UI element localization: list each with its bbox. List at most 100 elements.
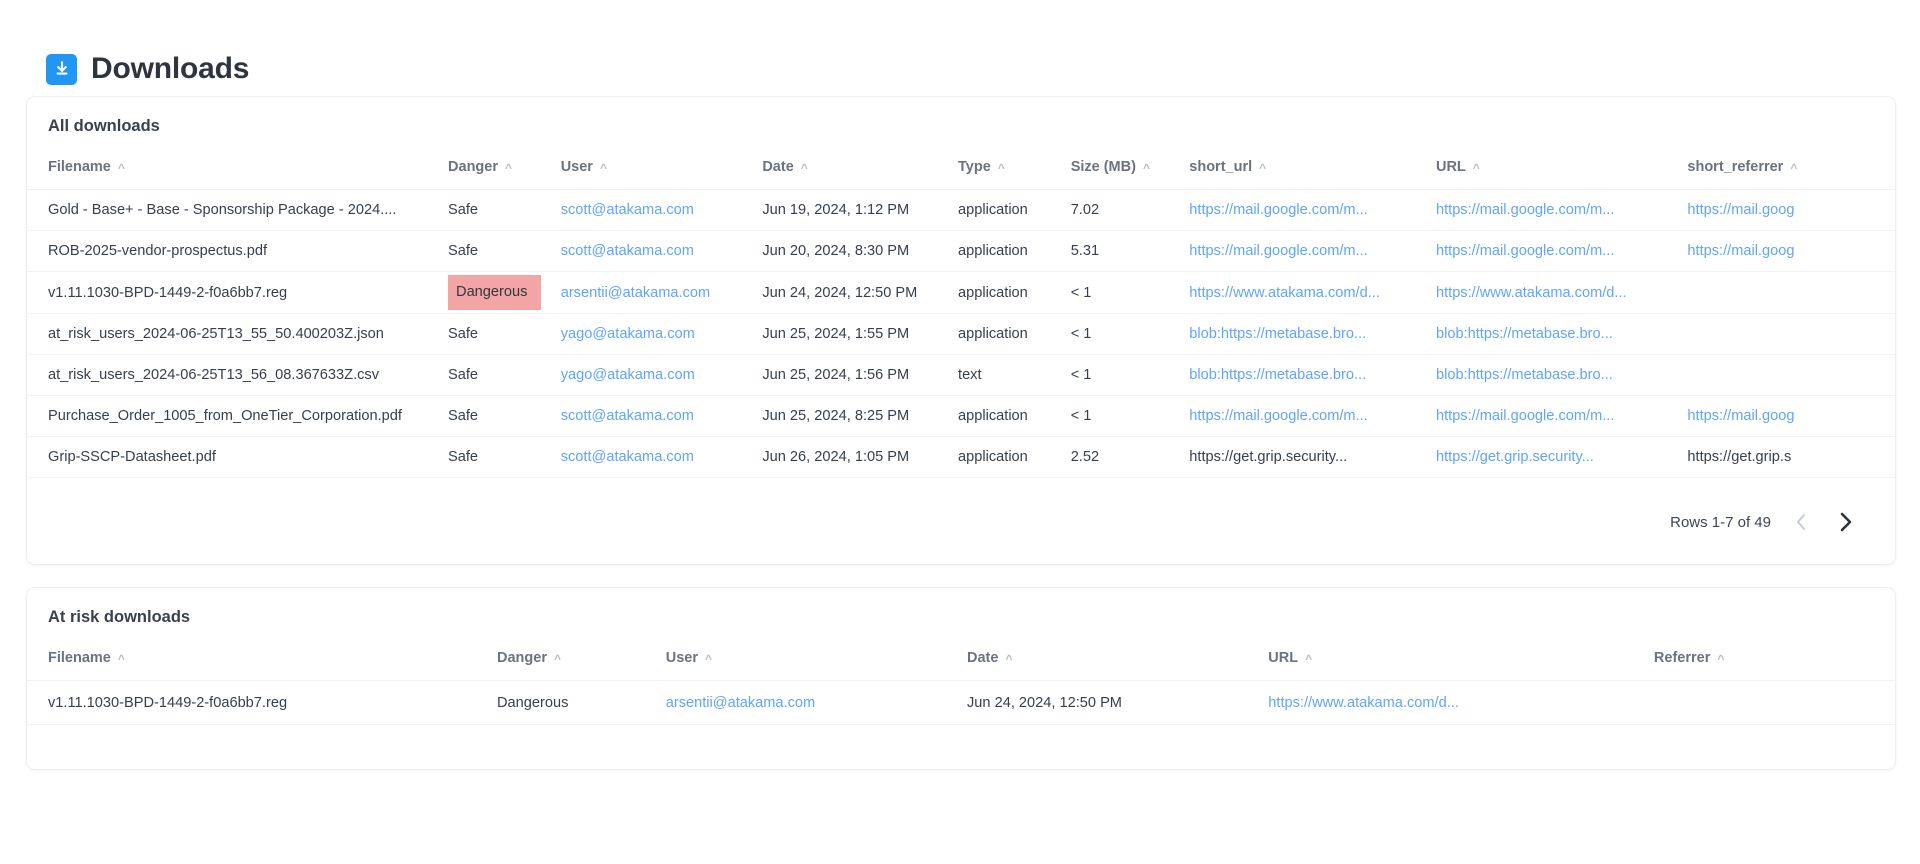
cell-user[interactable]: scott@atakama.com [560,189,763,231]
url-link[interactable]: https://mail.google.com/m... [1436,243,1614,259]
column-header-url[interactable]: URL ^ [1268,644,1654,681]
sort-caret-icon[interactable]: ^ [118,162,125,174]
sort-caret-icon[interactable]: ^ [1259,162,1266,174]
column-header-danger[interactable]: Danger ^ [448,153,561,190]
column-header-date[interactable]: Date ^ [967,644,1269,681]
cell-url[interactable]: https://www.atakama.com/d... [1268,680,1654,725]
column-header-type[interactable]: Type ^ [958,153,1071,190]
short-url-link[interactable]: https://mail.google.com/m... [1189,408,1367,424]
sort-caret-icon[interactable]: ^ [998,162,1005,174]
user-email-link[interactable]: yago@atakama.com [561,326,695,342]
short-url-link[interactable]: https://mail.google.com/m... [1189,243,1367,259]
page-header: Downloads [0,0,1920,96]
cell-short-referrer[interactable]: https://mail.goog [1687,395,1895,437]
sort-caret-icon[interactable]: ^ [1005,653,1012,665]
at-risk-downloads-card: At risk downloads Filename ^ Danger ^ User… [26,587,1896,770]
cell-type: application [958,230,1071,272]
column-header-user[interactable]: User ^ [560,153,763,190]
url-link[interactable]: https://mail.google.com/m... [1436,202,1614,218]
column-header-short-referrer[interactable]: short_referrer ^ [1687,153,1895,190]
user-email-link[interactable]: scott@atakama.com [561,449,694,465]
cell-short-referrer [1687,354,1895,396]
sort-caret-icon[interactable]: ^ [554,653,561,665]
column-header-user[interactable]: User ^ [665,644,967,681]
table-row[interactable]: v1.11.1030-BPD-1449-2-f0a6bb7.reg Danger… [27,680,1895,725]
url-link[interactable]: blob:https://metabase.bro... [1436,367,1613,383]
cell-user[interactable]: scott@atakama.com [560,230,763,272]
column-header-url[interactable]: URL ^ [1435,153,1688,190]
short-url-link[interactable]: blob:https://metabase.bro... [1189,367,1366,383]
cell-short-referrer[interactable]: https://mail.goog [1687,189,1895,231]
cell-user[interactable]: yago@atakama.com [560,354,763,396]
page-title: Downloads [91,52,250,85]
sort-caret-icon[interactable]: ^ [1473,162,1480,174]
url-link[interactable]: https://www.atakama.com/d... [1268,695,1459,711]
cell-short-url[interactable]: https://www.atakama.com/d... [1189,271,1436,314]
cell-user[interactable]: scott@atakama.com [560,436,763,478]
column-header-filename[interactable]: Filename ^ [27,153,449,190]
short-referrer-link[interactable]: https://mail.goog [1687,243,1794,259]
short-referrer-link[interactable]: https://mail.goog [1687,202,1794,218]
column-header-date[interactable]: Date ^ [762,153,959,190]
short-url-link[interactable]: blob:https://metabase.bro... [1189,326,1366,342]
url-link[interactable]: https://mail.google.com/m... [1436,408,1614,424]
sort-caret-icon[interactable]: ^ [1717,653,1724,665]
previous-page-button[interactable] [1789,509,1813,535]
sort-caret-icon[interactable]: ^ [118,653,125,665]
cell-user[interactable]: scott@atakama.com [560,395,763,437]
url-link[interactable]: https://www.atakama.com/d... [1436,285,1627,301]
cell-url[interactable]: https://www.atakama.com/d... [1435,271,1688,314]
table-row[interactable]: Purchase_Order_1005_from_OneTier_Corpora… [27,395,1895,437]
url-link[interactable]: https://get.grip.security... [1436,449,1594,465]
short-url-link[interactable]: https://mail.google.com/m... [1189,202,1367,218]
cell-user[interactable]: arsentii@atakama.com [560,271,763,314]
cell-short-url[interactable]: https://mail.google.com/m... [1189,395,1436,437]
downloads-page: Downloads All downloads Filename ^ Danger… [0,0,1920,864]
user-email-link[interactable]: scott@atakama.com [561,202,694,218]
sort-caret-icon[interactable]: ^ [600,162,607,174]
cell-short-url[interactable]: blob:https://metabase.bro... [1189,313,1436,355]
sort-caret-icon[interactable]: ^ [1143,162,1150,174]
sort-caret-icon[interactable]: ^ [1790,162,1797,174]
user-email-link[interactable]: scott@atakama.com [561,243,694,259]
user-email-link[interactable]: scott@atakama.com [561,408,694,424]
sort-caret-icon[interactable]: ^ [505,162,512,174]
cell-danger: Safe [448,313,561,355]
url-link[interactable]: blob:https://metabase.bro... [1436,326,1613,342]
cell-url[interactable]: blob:https://metabase.bro... [1435,354,1688,396]
cell-short-url[interactable]: https://mail.google.com/m... [1189,230,1436,272]
column-header-referrer[interactable]: Referrer ^ [1653,644,1895,681]
cell-url[interactable]: https://mail.google.com/m... [1435,230,1688,272]
user-email-link[interactable]: yago@atakama.com [561,367,695,383]
column-label-danger: Danger [448,159,498,175]
next-page-button[interactable] [1831,508,1859,536]
column-header-short-url[interactable]: short_url ^ [1189,153,1436,190]
table-row[interactable]: v1.11.1030-BPD-1449-2-f0a6bb7.reg Danger… [27,271,1895,314]
cell-url[interactable]: https://mail.google.com/m... [1435,395,1688,437]
user-email-link[interactable]: arsentii@atakama.com [561,285,710,301]
cell-user[interactable]: yago@atakama.com [560,313,763,355]
cell-short-url[interactable]: https://mail.google.com/m... [1189,189,1436,231]
sort-caret-icon[interactable]: ^ [705,653,712,665]
table-row[interactable]: ROB-2025-vendor-prospectus.pdf Safe scot… [27,230,1895,272]
user-email-link[interactable]: arsentii@atakama.com [666,695,815,711]
cell-short-url[interactable]: blob:https://metabase.bro... [1189,354,1436,396]
cell-url[interactable]: blob:https://metabase.bro... [1435,313,1688,355]
cell-url[interactable]: https://get.grip.security... [1435,436,1688,478]
column-header-filename[interactable]: Filename ^ [27,644,497,681]
column-header-size[interactable]: Size (MB) ^ [1070,153,1190,190]
short-url-link[interactable]: https://www.atakama.com/d... [1189,285,1380,301]
table-row[interactable]: at_risk_users_2024-06-25T13_55_50.400203… [27,313,1895,355]
table-row[interactable]: at_risk_users_2024-06-25T13_56_08.367633… [27,354,1895,396]
cell-short-referrer[interactable]: https://mail.goog [1687,230,1895,272]
cell-danger: Safe [448,230,561,272]
column-header-danger[interactable]: Danger ^ [497,644,666,681]
sort-caret-icon[interactable]: ^ [801,162,808,174]
cell-date: Jun 25, 2024, 8:25 PM [762,395,959,437]
cell-url[interactable]: https://mail.google.com/m... [1435,189,1688,231]
table-row[interactable]: Grip-SSCP-Datasheet.pdf Safe scott@ataka… [27,436,1895,478]
table-row[interactable]: Gold - Base+ - Base - Sponsorship Packag… [27,189,1895,231]
cell-user[interactable]: arsentii@atakama.com [665,680,967,725]
short-referrer-link[interactable]: https://mail.goog [1687,408,1794,424]
sort-caret-icon[interactable]: ^ [1305,653,1312,665]
